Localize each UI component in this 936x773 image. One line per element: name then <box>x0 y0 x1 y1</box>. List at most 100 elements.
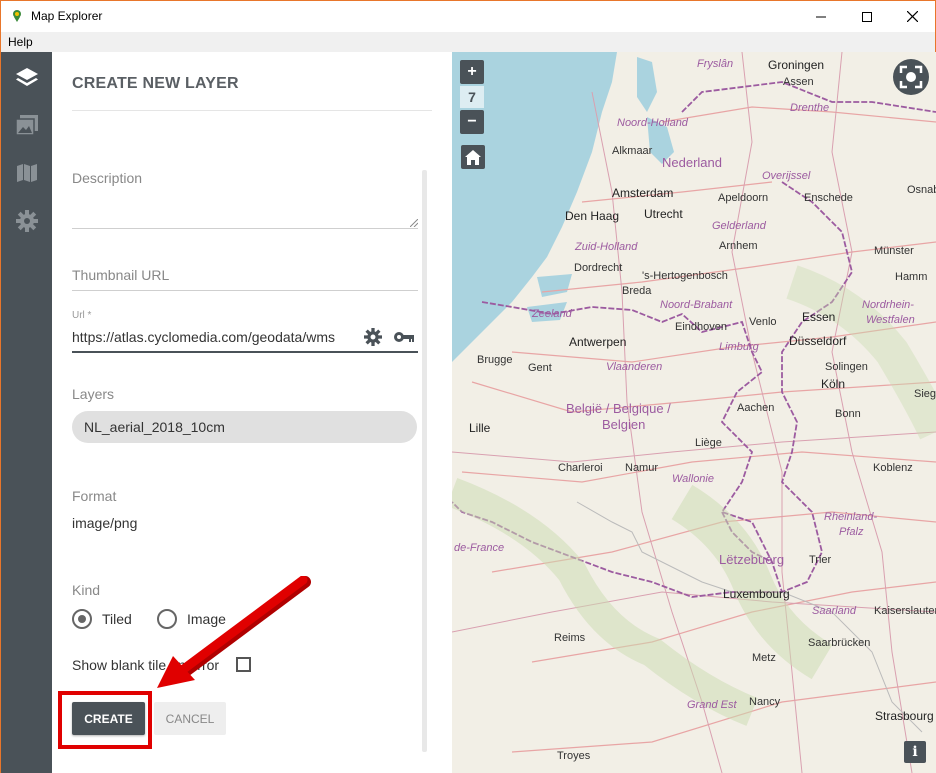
map-label: Reims <box>554 632 586 644</box>
map-label: Assen <box>783 76 814 88</box>
menu-help[interactable]: Help <box>8 35 33 49</box>
map-label: Nancy <box>749 696 781 708</box>
map-label: Nordrhein- <box>862 299 914 311</box>
map-label: Aachen <box>737 402 775 414</box>
map-label: Vlaanderen <box>606 361 663 373</box>
map-label: Solingen <box>825 361 868 373</box>
panel-title: CREATE NEW LAYER <box>72 75 239 92</box>
map-label: Enschede <box>804 192 853 204</box>
map-label: Utrecht <box>644 207 683 221</box>
sidebar <box>1 52 52 773</box>
map-label: Luxembourg <box>723 587 790 601</box>
map-label: Den Haag <box>565 209 620 223</box>
map-label: Groningen <box>768 58 825 72</box>
map-label: Koblenz <box>873 462 913 474</box>
map-label: Westfalen <box>866 314 915 326</box>
title-divider <box>72 110 432 111</box>
kind-tiled-label: Tiled <box>102 611 132 627</box>
gear-icon[interactable] <box>364 328 382 346</box>
maximize-button[interactable] <box>844 1 890 32</box>
map-label: Alkmaar <box>612 145 653 157</box>
annotation-arrow <box>157 576 311 688</box>
map-label: Zuid-Holland <box>575 241 638 253</box>
close-icon <box>906 11 918 22</box>
map-label: Gelderland <box>712 220 766 232</box>
map-label: Münster <box>874 245 914 257</box>
map-label: Amsterdam <box>612 186 674 200</box>
format-value: image/png <box>72 515 138 531</box>
kind-tiled-radio[interactable] <box>72 609 92 629</box>
map-label: 's-Hertogenbosch <box>642 270 728 282</box>
highlight-box <box>58 691 152 749</box>
format-label: Format <box>72 488 117 504</box>
map-label: Köln <box>821 377 846 391</box>
minimize-icon <box>816 16 826 17</box>
window-title: Map Explorer <box>31 9 103 23</box>
zoom-in-button[interactable]: + <box>460 60 484 84</box>
map-label: Brugge <box>477 354 513 366</box>
zoom-level: 7 <box>460 86 484 108</box>
description-field[interactable] <box>72 228 418 229</box>
map-label: Kaiserslautern <box>874 605 936 617</box>
map-label: Trier <box>809 554 832 566</box>
title-bar: Map Explorer <box>1 1 935 32</box>
url-input[interactable]: https://atlas.cyclomedia.com/geodata/wms <box>72 329 335 345</box>
map-label: Venlo <box>749 316 777 328</box>
layer-chip[interactable]: NL_aerial_2018_10cm <box>72 411 417 443</box>
panel-scrollbar[interactable] <box>422 170 427 752</box>
map-label: Osnab <box>907 184 936 196</box>
map-label: Grand Est <box>687 699 737 711</box>
layers-icon[interactable] <box>14 65 40 91</box>
key-icon[interactable] <box>393 331 415 343</box>
maximize-icon <box>862 11 872 22</box>
map-label: Hamm <box>895 271 928 283</box>
menu-bar: Help <box>1 32 935 52</box>
map-label: Limburg <box>719 341 759 353</box>
map-icon[interactable] <box>14 160 40 186</box>
url-underline <box>72 351 418 353</box>
thumbnail-url-label: Thumbnail URL <box>72 267 170 283</box>
map-label: Charleroi <box>558 462 603 474</box>
map-label: Namur <box>625 462 659 474</box>
layers-label: Layers <box>72 386 115 402</box>
map-label: Zeeland <box>532 308 572 320</box>
locate-button[interactable] <box>893 59 929 95</box>
minimize-button[interactable] <box>798 1 844 32</box>
map-label: Nederland <box>662 155 722 170</box>
thumbnail-url-field[interactable] <box>72 290 418 291</box>
home-button[interactable] <box>461 145 485 169</box>
map-label: de-France <box>454 542 505 554</box>
map-label: Strasbourg <box>875 709 934 723</box>
map-label: Lëtzebuerg <box>719 552 785 567</box>
map-label: Pfalz <box>839 526 864 538</box>
app-window: Map Explorer Help CREATE NEW LAYER Descr… <box>0 0 936 773</box>
map-label: Liège <box>695 437 722 449</box>
gear-icon[interactable] <box>14 208 40 234</box>
close-button[interactable] <box>889 1 935 32</box>
map-label: Noord-Holland <box>617 117 688 129</box>
map-label: Saarbrücken <box>808 637 871 649</box>
map-label: Siege <box>914 388 936 400</box>
map-label: Saarland <box>812 605 857 617</box>
map-label: Drenthe <box>790 102 830 114</box>
map-view[interactable]: Fryslân Groningen Assen Drenthe Noord-Ho… <box>452 52 936 773</box>
map-label: Dordrecht <box>574 262 623 274</box>
map-label: Essen <box>802 310 836 324</box>
zoom-out-button[interactable]: − <box>460 110 484 134</box>
map-label: Fryslân <box>697 58 734 70</box>
image-icon[interactable] <box>14 112 40 138</box>
map-label: Troyes <box>557 750 591 762</box>
map-label: Metz <box>752 652 776 664</box>
map-label: Rheinland- <box>824 511 878 523</box>
map-label: Lille <box>469 421 491 435</box>
info-button[interactable]: i <box>904 741 926 763</box>
map-label: Düsseldorf <box>789 334 847 348</box>
map-label: Belgien <box>602 417 646 432</box>
description-label: Description <box>72 170 143 186</box>
url-label: Url * <box>72 310 92 321</box>
cancel-button[interactable]: CANCEL <box>154 702 226 735</box>
kind-label: Kind <box>72 582 101 598</box>
resize-handle-icon[interactable] <box>410 219 418 227</box>
map-label: Arnhem <box>719 240 758 252</box>
home-icon <box>465 149 481 165</box>
